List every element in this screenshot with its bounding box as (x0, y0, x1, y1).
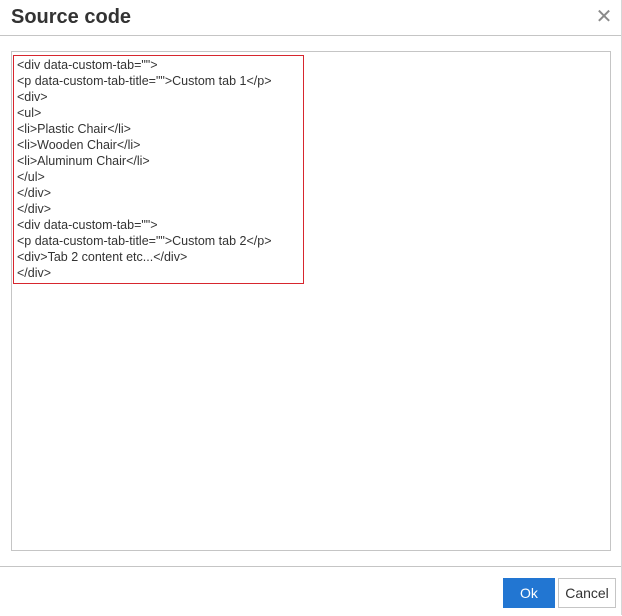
ok-button[interactable]: Ok (503, 578, 555, 608)
source-code-dialog: Source code ✕ <div data-custom-tab=""> <… (0, 0, 622, 615)
dialog-title: Source code (11, 6, 132, 28)
dialog-footer: Ok Cancel (0, 566, 621, 616)
cancel-button[interactable]: Cancel (558, 578, 616, 608)
source-code-content[interactable]: <div data-custom-tab=""> <p data-custom-… (17, 57, 272, 281)
close-icon[interactable]: ✕ (594, 5, 614, 27)
source-code-textarea[interactable]: <div data-custom-tab=""> <p data-custom-… (11, 51, 611, 551)
dialog-header: Source code ✕ (0, 0, 621, 36)
